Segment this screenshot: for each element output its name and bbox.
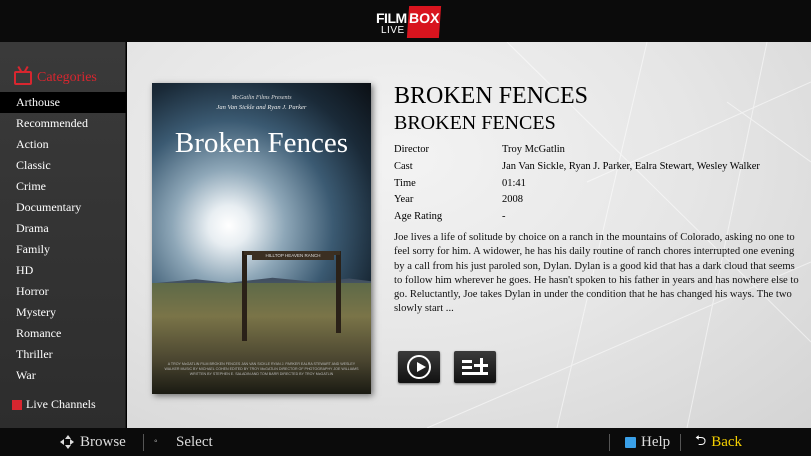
sidebar-item-hd[interactable]: HD (0, 260, 126, 281)
bottom-hint-bar: Browse ◦ Select Help ⮌ Back (0, 428, 811, 456)
sidebar-item-classic[interactable]: Classic (0, 155, 126, 176)
sidebar-item-action[interactable]: Action (0, 134, 126, 155)
footer-divider (143, 434, 144, 451)
play-icon (407, 355, 431, 379)
sidebar-item-romance[interactable]: Romance (0, 323, 126, 344)
meta-value: Jan Van Sickle, Ryan J. Parker, Ealra St… (502, 161, 760, 172)
categories-label: Categories (37, 70, 97, 85)
back-arrow-icon: ⮌ (695, 434, 707, 449)
movie-poster[interactable]: HILLTOP HEAVEN RANCH McGatlin Films Pres… (152, 83, 371, 394)
sidebar-item-arthouse[interactable]: Arthouse (0, 92, 129, 113)
sidebar-item-crime[interactable]: Crime (0, 176, 126, 197)
poster-gatepost-right (336, 251, 341, 333)
meta-key: Year (394, 194, 414, 205)
meta-value: 2008 (502, 194, 523, 205)
logo-live-text: LIVE (381, 25, 405, 36)
tv-icon (14, 71, 32, 85)
logo-film-text: FILM (376, 10, 407, 26)
footer-divider (609, 434, 610, 451)
meta-key: Time (394, 178, 416, 189)
sidebar-item-horror[interactable]: Horror (0, 281, 126, 302)
sidebar-item-recommended[interactable]: Recommended (0, 113, 126, 134)
sidebar-item-family[interactable]: Family (0, 239, 126, 260)
footer-divider (680, 434, 681, 451)
red-square-icon (12, 399, 22, 410)
add-to-list-button[interactable] (454, 351, 496, 383)
poster-stars: Jan Van Sickle and Ryan J. Parker (216, 104, 307, 111)
back-hint[interactable]: ⮌ Back (695, 433, 742, 451)
poster-ranch-sign: HILLTOP HEAVEN RANCH (252, 251, 334, 260)
blue-button-icon (625, 436, 636, 448)
sidebar-item-drama[interactable]: Drama (0, 218, 126, 239)
logo-box-text: BOX (408, 10, 441, 26)
ok-button-icon: ◦ (154, 436, 158, 447)
meta-value: - (502, 211, 506, 222)
meta-key: Age Rating (394, 211, 443, 222)
movie-title: BROKEN FENCES (394, 83, 589, 109)
sidebar-item-documentary[interactable]: Documentary (0, 197, 126, 218)
top-bar: FILM BOX LIVE (0, 0, 811, 42)
help-hint[interactable]: Help (625, 433, 670, 451)
play-button[interactable] (398, 351, 440, 383)
movie-original-title: BROKEN FENCES (394, 112, 556, 134)
movie-synopsis: Joe lives a life of solitude by choice o… (394, 232, 799, 315)
dpad-arrows-icon (60, 435, 74, 449)
live-channels-link[interactable]: Live Channels (12, 397, 96, 412)
poster-credits: A TROY McGATLIN FILM BROKEN FENCES JAN V… (164, 362, 359, 376)
movie-detail-panel: HILLTOP HEAVEN RANCH McGatlin Films Pres… (127, 42, 811, 428)
meta-value: 01:41 (502, 178, 526, 189)
live-channels-label: Live Channels (26, 397, 96, 411)
select-hint: ◦ Select (154, 433, 213, 451)
sidebar-item-war[interactable]: War (0, 365, 126, 386)
back-label: Back (711, 433, 743, 450)
category-list: Arthouse Recommended Action Classic Crim… (0, 92, 129, 386)
poster-gatepost-left (242, 251, 247, 341)
meta-key: Director (394, 144, 429, 155)
poster-title: Broken Fences (174, 127, 349, 159)
category-sidebar: Categories Arthouse Recommended Action C… (0, 42, 129, 428)
meta-value: Troy McGatlin (502, 144, 565, 155)
poster-presents: McGatlin Films Presents (231, 95, 292, 101)
sidebar-item-thriller[interactable]: Thriller (0, 344, 126, 365)
meta-key: Cast (394, 161, 413, 172)
select-label: Select (176, 433, 213, 450)
help-label: Help (641, 433, 671, 450)
filmbox-live-logo: FILM BOX LIVE (372, 4, 442, 38)
sidebar-item-mystery[interactable]: Mystery (0, 302, 126, 323)
categories-header: Categories (14, 68, 97, 88)
logo-box-badge: BOX (406, 6, 442, 38)
browse-hint: Browse (60, 433, 126, 451)
browse-label: Browse (80, 433, 126, 450)
